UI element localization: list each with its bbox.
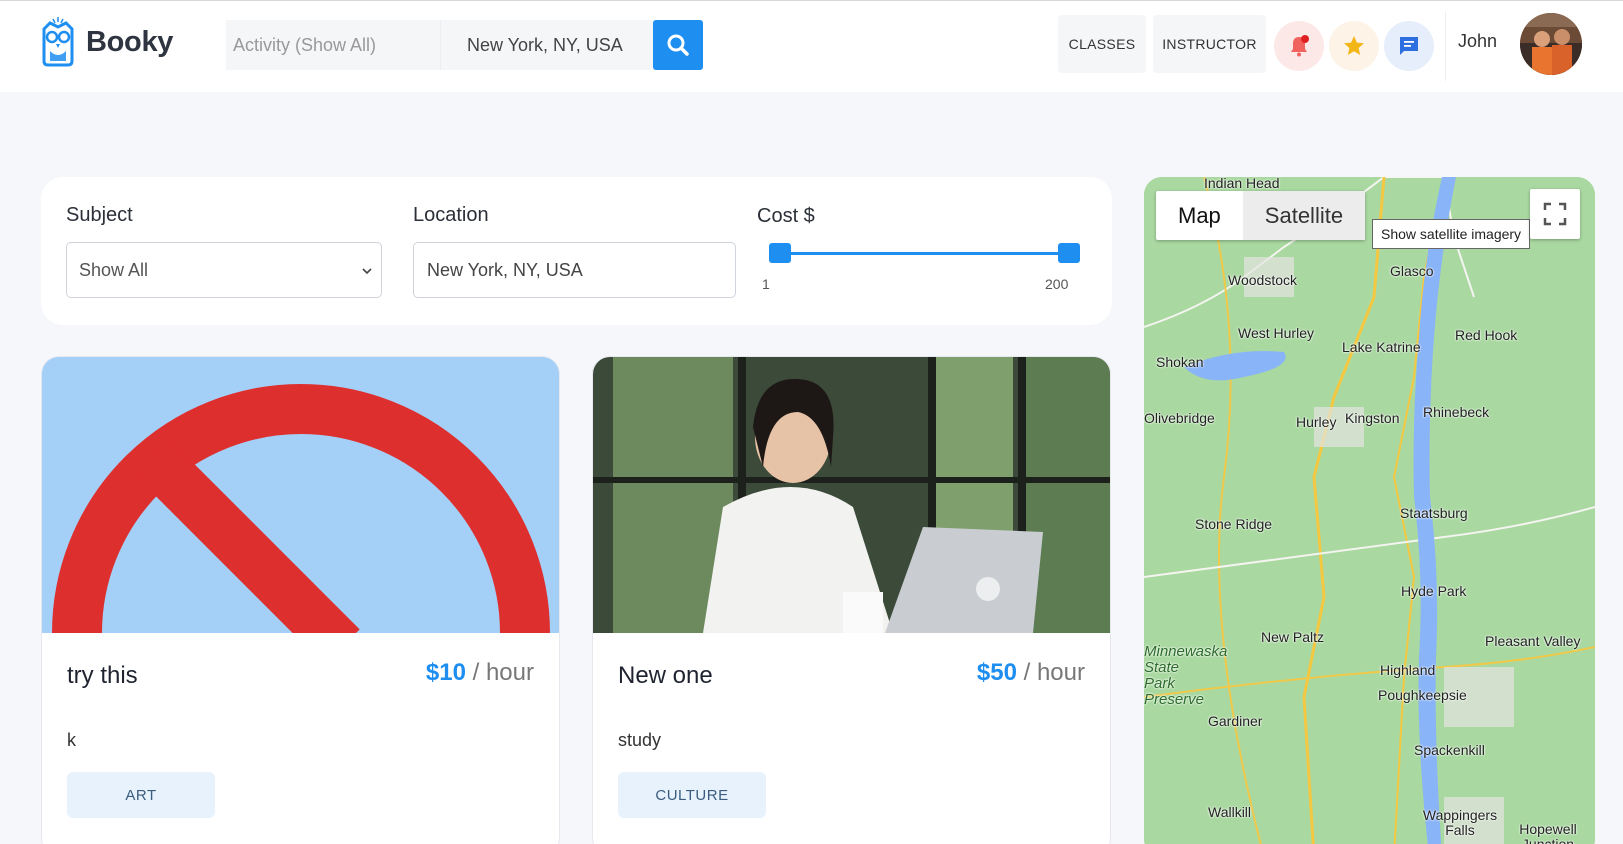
- cost-slider-max-handle[interactable]: [1058, 243, 1080, 263]
- nav-classes-button[interactable]: CLASSES: [1058, 15, 1146, 73]
- map-place-label: Shokan: [1156, 354, 1204, 370]
- map-place-label: New Paltz: [1261, 629, 1325, 645]
- map-tab-map[interactable]: Map: [1156, 191, 1243, 240]
- card-price: $50 / hour: [977, 659, 1085, 687]
- card-price: $10 / hour: [426, 659, 534, 687]
- map-park-label: Minnewaska State Park Preserve: [1144, 643, 1228, 708]
- card-image: [42, 357, 559, 633]
- favorites-button[interactable]: [1329, 21, 1379, 71]
- user-name[interactable]: John: [1458, 31, 1497, 52]
- avatar-image: [1520, 13, 1582, 75]
- map-place-label: Pleasant Valley: [1485, 633, 1581, 649]
- class-card[interactable]: try this $10 / hour k ART: [41, 356, 560, 844]
- subject-select[interactable]: Show All: [66, 242, 382, 298]
- map-place-label: Woodstock: [1228, 272, 1297, 288]
- map-place-label: Indian Head: [1204, 177, 1280, 191]
- messages-button[interactable]: [1384, 21, 1434, 71]
- map-place-label: Lake Katrine: [1342, 339, 1421, 355]
- card-image: [593, 357, 1110, 633]
- map-place-label: Hopewell Junction: [1519, 821, 1577, 844]
- map-place-label: Olivebridge: [1144, 410, 1215, 426]
- map-place-label: Red Hook: [1455, 327, 1518, 343]
- map-place-label: Poughkeepsie: [1378, 687, 1467, 703]
- cost-label: Cost $: [757, 205, 815, 227]
- search-button[interactable]: [653, 20, 703, 70]
- notifications-button[interactable]: [1274, 21, 1324, 71]
- nav-instructor-button[interactable]: INSTRUCTOR: [1153, 15, 1266, 73]
- card-price-amount: $10: [425, 659, 466, 686]
- map-place-label: Staatsburg: [1400, 505, 1468, 521]
- map-place-label: Highland: [1380, 662, 1436, 678]
- card-price-amount: $50: [976, 659, 1017, 686]
- map-place-label: Kingston: [1345, 410, 1400, 426]
- location-input[interactable]: New York, NY, USA: [413, 242, 736, 298]
- chat-icon: [1400, 37, 1418, 55]
- cost-slider-min-handle[interactable]: [769, 243, 791, 263]
- map-place-label: Glasco: [1390, 263, 1434, 279]
- cost-max-value: 200: [1045, 276, 1069, 292]
- fullscreen-icon: [1543, 202, 1567, 226]
- card-tag[interactable]: ART: [67, 772, 215, 818]
- avatar[interactable]: [1520, 13, 1582, 75]
- map-background: [1144, 177, 1595, 844]
- fullscreen-button[interactable]: [1530, 189, 1580, 239]
- owl-icon: [42, 17, 74, 67]
- location-label: Location: [413, 204, 489, 226]
- satellite-tooltip: Show satellite imagery: [1372, 219, 1531, 249]
- chevron-down-icon: [362, 268, 372, 275]
- woman-laptop-photo: [593, 357, 1110, 633]
- map-type-control: Map Satellite: [1156, 191, 1366, 240]
- card-tag[interactable]: CULTURE: [618, 772, 766, 818]
- map-place-label: Spackenkill: [1414, 742, 1485, 758]
- map-place-label: Hurley: [1296, 414, 1337, 430]
- card-price-unit: / hour: [472, 659, 534, 686]
- card-description: study: [618, 730, 662, 750]
- map-place-label: Stone Ridge: [1195, 516, 1273, 532]
- logo-text: Booky: [86, 25, 174, 58]
- star-icon: [1344, 36, 1364, 55]
- no-image-icon: [42, 357, 559, 633]
- map-place-label: West Hurley: [1238, 325, 1314, 341]
- top-header: Booky Activity (Show All) New York, NY, …: [0, 0, 1623, 92]
- bell-icon: [1291, 35, 1309, 57]
- activity-search-input[interactable]: Activity (Show All): [226, 20, 440, 70]
- cost-slider-track[interactable]: [778, 252, 1069, 255]
- filter-panel: Subject Show All Location New York, NY, …: [41, 177, 1112, 325]
- map-place-label: Wappingers Falls: [1422, 807, 1498, 838]
- map-place-label: Rhinebeck: [1423, 404, 1490, 420]
- card-title: try this: [67, 662, 138, 689]
- class-card[interactable]: New one $50 / hour study CULTURE: [592, 356, 1111, 844]
- map[interactable]: Indian Head Woodstock Glasco West Hurley…: [1144, 177, 1595, 844]
- card-description: k: [67, 730, 76, 750]
- logo[interactable]: Booky: [40, 17, 173, 67]
- map-tab-satellite[interactable]: Satellite: [1242, 191, 1366, 240]
- cost-min-value: 1: [762, 276, 770, 292]
- card-title: New one: [618, 662, 713, 689]
- map-place-label: Gardiner: [1208, 713, 1263, 729]
- header-divider: [1445, 11, 1446, 81]
- subject-label: Subject: [66, 204, 133, 226]
- map-place-label: Wallkill: [1208, 804, 1252, 820]
- location-search-input[interactable]: New York, NY, USA: [440, 20, 654, 70]
- subject-select-value: Show All: [79, 259, 149, 280]
- map-place-label: Hyde Park: [1401, 583, 1467, 599]
- card-price-unit: / hour: [1023, 659, 1085, 686]
- search-icon: [667, 34, 689, 56]
